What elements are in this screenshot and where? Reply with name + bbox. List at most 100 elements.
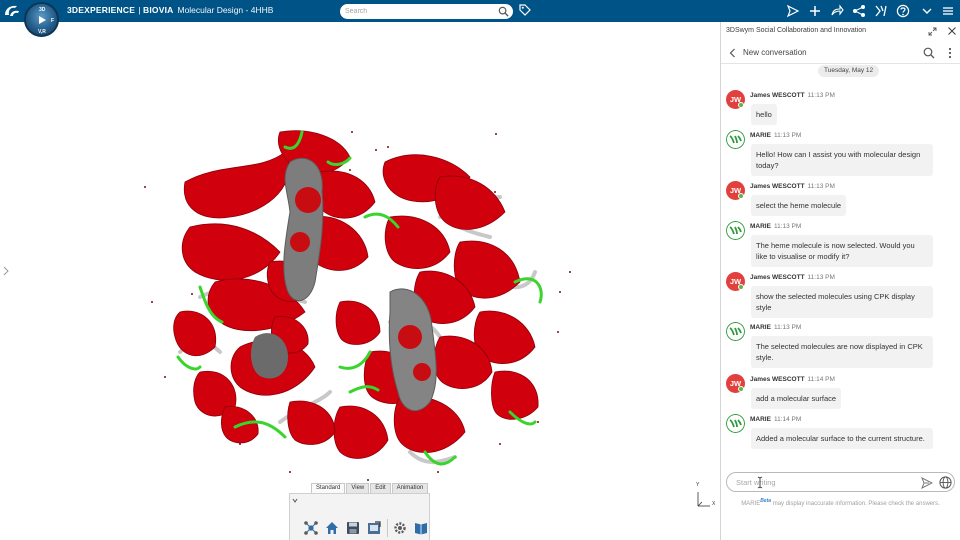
tag-icon[interactable] [519,4,531,17]
send-icon[interactable] [921,477,933,489]
share-icon[interactable] [852,4,866,18]
molecule-tool-button[interactable] [301,518,321,538]
message-header: MARIE 11:14 PM [750,416,801,423]
message-bubble: show the selected molecules using CPK di… [751,286,933,318]
message-bubble: select the heme molecule [751,195,847,216]
book-icon [415,523,427,535]
brand-product: 3DEXPERIENCE [67,5,136,15]
app-window: 3D F V,R 3DEXPERIENCE | BIOVIA Molecular … [0,0,960,540]
ai-disclaimer: MARIEBeta may display inaccurate informa… [733,496,948,509]
sender-name[interactable]: MARIE [750,324,771,331]
back-arrow-icon[interactable] [729,48,736,58]
maximize-icon[interactable] [928,27,937,36]
tab-view[interactable]: View [346,483,370,493]
tab-edit[interactable]: Edit [370,483,391,493]
message-bubble: Hello! How can I assist you with molecul… [751,144,933,176]
message-header: James WESCOTT 11:13 PM [750,92,835,99]
app-brand: 3DEXPERIENCE | BIOVIA Molecular Design - … [67,5,273,15]
online-status-badge [738,284,744,290]
home-button[interactable] [322,518,342,538]
text-cursor-icon [757,476,763,489]
menu-icon[interactable] [941,4,955,18]
message-bubble: The heme molecule is now selected. Would… [751,235,933,267]
search-input[interactable] [345,5,495,18]
open-book-button[interactable] [411,518,431,538]
message-time: 11:14 PM [807,376,835,383]
message-composer [726,472,955,492]
apps-compass-icon[interactable] [874,4,888,18]
alpha-helices [173,130,539,459]
message-time: 11:13 PM [773,223,802,230]
sender-name[interactable]: James WESCOTT [750,274,805,281]
message-bubble: The selected molecules are now displayed… [751,336,933,368]
sender-name[interactable]: James WESCOTT [750,183,805,190]
message-time: 11:14 PM [773,416,802,423]
action-bar-buttons [301,518,432,538]
compass-button[interactable]: 3D F V,R [24,2,59,37]
marie-assistant-avatar-icon[interactable] [726,414,745,433]
dassault-logo-icon[interactable] [3,3,21,19]
brand-separator: | [136,5,143,15]
gear-icon [394,522,406,534]
chevron-down-icon[interactable] [920,4,934,18]
search-icon[interactable] [498,6,509,17]
more-options-icon[interactable] [947,46,953,60]
molecule-icon [304,521,318,535]
marie-assistant-avatar-icon[interactable] [726,221,745,240]
conversation-header: New conversation [721,42,960,64]
online-status-badge [738,386,744,392]
export-image-button[interactable] [364,518,384,538]
message-header: James WESCOTT 11:13 PM [750,183,835,190]
tab-animation[interactable]: Animation [391,483,429,493]
sender-name[interactable]: James WESCOTT [750,376,805,383]
top-bar: 3D F V,R 3DEXPERIENCE | BIOVIA Molecular … [0,0,960,37]
help-icon[interactable] [896,4,910,18]
marie-assistant-avatar-icon[interactable] [726,322,745,341]
message-header: MARIE 11:13 PM [750,132,801,139]
tab-standard[interactable]: Standard [311,483,346,493]
action-bar-tabs: Standard View Edit Animation [311,483,429,493]
save-icon [347,522,359,534]
expand-panel-icon[interactable] [3,266,9,276]
hemoglobin-molecule-render[interactable] [140,122,580,482]
disclaimer-name: MARIE [741,501,761,507]
message-bubble: Added a molecular surface to the current… [751,428,933,449]
share-feed-icon[interactable] [786,4,800,18]
save-button[interactable] [343,518,363,538]
search-icon[interactable] [923,47,935,59]
orientation-axes: Y X [694,482,718,510]
message-header: MARIE 11:13 PM [750,223,801,230]
sender-name[interactable]: MARIE [750,223,771,230]
sender-name[interactable]: MARIE [750,132,771,139]
action-bar [289,493,430,540]
chevron-down-icon[interactable] [292,497,298,505]
forward-icon[interactable] [830,4,844,18]
app-title: Molecular Design - 4HHB [177,5,274,15]
sender-name[interactable]: MARIE [750,416,771,423]
globe-icon[interactable] [939,476,952,489]
message-header: MARIE 11:13 PM [750,324,801,331]
message-time: 11:13 PM [773,324,802,331]
date-divider: Tuesday, May 12 [818,65,880,77]
marie-assistant-avatar-icon[interactable] [726,130,745,149]
message-header: James WESCOTT 11:13 PM [750,274,835,281]
search-box [340,4,513,19]
axis-y-label: Y [696,482,700,488]
brand-app: BIOVIA [143,5,174,15]
3d-viewport[interactable]: Y X [0,22,720,540]
home-icon [326,522,338,534]
close-icon[interactable] [947,26,957,36]
message-time: 11:13 PM [807,183,835,190]
message-input[interactable] [736,476,916,489]
compass-north-label: 3D [39,7,46,13]
compass-play-icon [39,16,46,24]
add-icon[interactable] [808,4,822,18]
settings-button[interactable] [390,518,410,538]
message-time: 11:13 PM [807,92,835,99]
conversation-title: New conversation [743,48,807,57]
sender-name[interactable]: James WESCOTT [750,92,805,99]
message-time: 11:13 PM [773,132,802,139]
online-status-badge [738,193,744,199]
disclaimer-text: may display inaccurate information. Plea… [771,501,940,507]
message-time: 11:13 PM [807,274,835,281]
